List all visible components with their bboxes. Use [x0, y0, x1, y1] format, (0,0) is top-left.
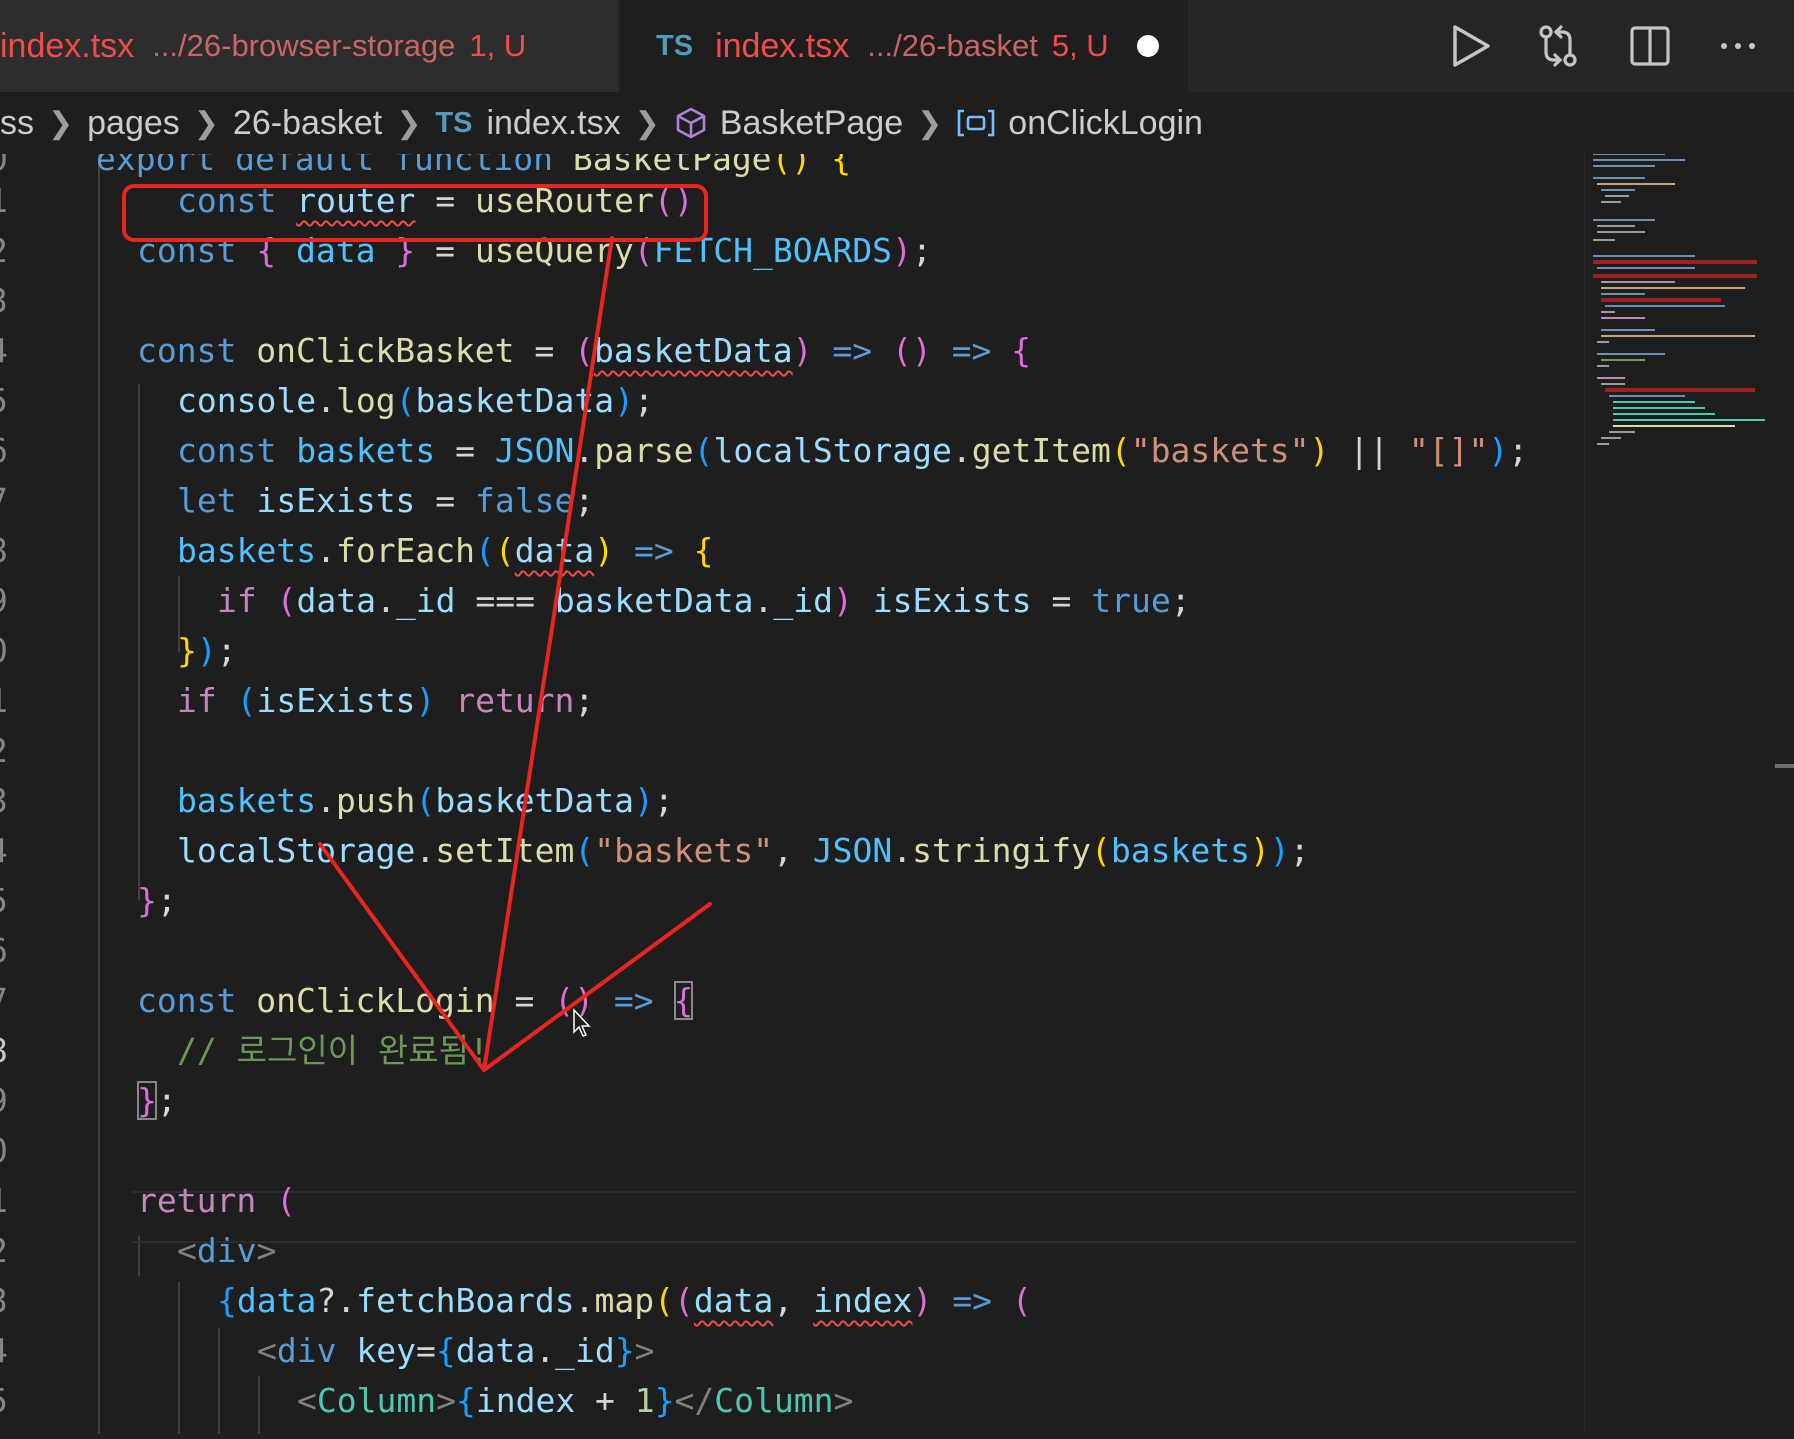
- breadcrumb-item[interactable]: pages: [87, 104, 180, 143]
- code-line: 6: [0, 926, 1584, 976]
- code-line: 1if (isExists) return;: [0, 681, 595, 720]
- breadcrumb-item[interactable]: ss: [0, 104, 34, 143]
- typescript-file-icon: TS: [435, 106, 473, 139]
- chevron-right-icon: ❯: [48, 106, 74, 140]
- chevron-right-icon: ❯: [193, 106, 219, 140]
- breadcrumb-item[interactable]: index.tsx: [486, 104, 620, 143]
- code-line: 7let isExists = false;: [0, 481, 595, 520]
- code-line: 2const { data } = useQuery(FETCH_BOARDS)…: [0, 231, 932, 270]
- tab-path: .../26-basket: [867, 28, 1038, 63]
- code-line: 2: [0, 726, 1584, 776]
- code-line: 5<Column>{index + 1}</Column>: [0, 1381, 854, 1420]
- code-line: 9};: [0, 1081, 177, 1120]
- variable-icon: [956, 106, 996, 140]
- code-line: 1return (: [0, 1181, 296, 1220]
- more-actions-icon[interactable]: [1714, 22, 1762, 70]
- code-editor[interactable]: 0export default function BasketPage() { …: [0, 154, 1584, 1434]
- tab-index-browser-storage[interactable]: index.tsx .../26-browser-storage 1, U: [0, 0, 618, 92]
- chevron-right-icon: ❯: [917, 106, 943, 140]
- code-line: 4localStorage.setItem("baskets", JSON.st…: [0, 831, 1310, 870]
- split-editor-icon[interactable]: [1626, 22, 1674, 70]
- code-line: 9if (data._id === basketData._id) isExis…: [0, 581, 1191, 620]
- code-line: 3{data?.fetchBoards.map((data, index) =>…: [0, 1281, 1032, 1320]
- breadcrumb-item[interactable]: BasketPage: [720, 104, 903, 143]
- tab-problem-badge: 1, U: [469, 28, 527, 63]
- code-line: 3baskets.push(basketData);: [0, 781, 674, 820]
- code-line: 7const onClickLogin = () => {: [0, 981, 694, 1020]
- code-line: 3: [0, 276, 1584, 326]
- code-line: 0});: [0, 631, 237, 670]
- code-line: 5console.log(basketData);: [0, 381, 654, 420]
- chevron-right-icon: ❯: [634, 106, 660, 140]
- tab-path: .../26-browser-storage: [152, 28, 456, 63]
- code-line: 4<div key={data._id}>: [0, 1331, 655, 1370]
- cube-icon: [674, 106, 708, 140]
- typescript-file-icon: TS: [656, 29, 694, 62]
- tab-bar: index.tsx .../26-browser-storage 1, U TS…: [0, 0, 1794, 92]
- git-compare-icon[interactable]: [1534, 22, 1582, 70]
- tab-filename: index.tsx: [0, 26, 135, 65]
- tab-index-basket[interactable]: TS index.tsx .../26-basket 5, U: [620, 0, 1188, 92]
- code-line: 4const onClickBasket = (basketData) => (…: [0, 331, 1032, 370]
- breadcrumb-item[interactable]: onClickLogin: [1008, 104, 1203, 143]
- code-line: 5};: [0, 881, 177, 920]
- breadcrumb: ss ❯ pages ❯ 26-basket ❯ TS index.tsx ❯ …: [0, 92, 1794, 154]
- tab-problem-badge: 5, U: [1051, 28, 1109, 63]
- code-line: 8baskets.forEach((data) => {: [0, 531, 714, 570]
- minimap[interactable]: [1584, 153, 1794, 1434]
- play-icon[interactable]: [1446, 22, 1494, 70]
- code-line-current: 8// 로그인이 완료됨!: [0, 1031, 489, 1070]
- code-line: 6const baskets = JSON.parse(localStorage…: [0, 431, 1529, 470]
- breadcrumb-item[interactable]: 26-basket: [233, 104, 382, 143]
- code-line: 2<div>: [0, 1231, 277, 1270]
- chevron-right-icon: ❯: [396, 106, 422, 140]
- code-line: 0: [0, 1126, 1584, 1176]
- unsaved-dot-icon[interactable]: [1136, 35, 1159, 57]
- tab-filename: index.tsx: [715, 26, 850, 65]
- code-line: 1const router = useRouter(): [0, 181, 694, 220]
